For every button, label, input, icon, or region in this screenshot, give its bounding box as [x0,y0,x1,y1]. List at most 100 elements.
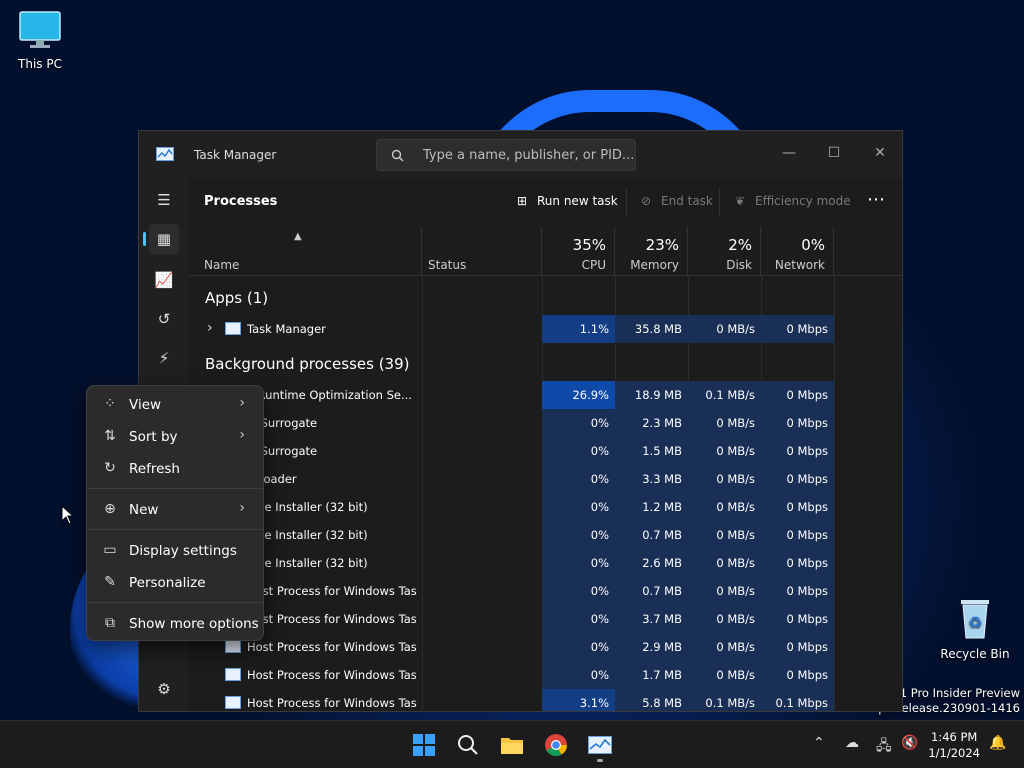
clock[interactable]: 1:46 PM 1/1/2024 [928,729,980,761]
process-network: 0 Mbps [761,437,834,465]
process-network: 0 Mbps [761,577,834,605]
process-row[interactable]: F Loader 0% 3.3 MB 0 MB/s 0 Mbps [189,465,884,493]
start-button[interactable] [408,729,440,761]
process-row[interactable]: Host Process for Windows Tasks 3.1% 5.8 MB… [189,689,884,711]
grid-icon: ⁘ [104,396,116,412]
process-row[interactable]: M Surrogate 0% 1.5 MB 0 MB/s 0 Mbps [189,437,884,465]
efficiency-mode-button[interactable]: ❦ Efficiency mode [731,194,851,208]
recycle-bin-icon: ♻ [961,600,989,639]
nav-performance-icon[interactable]: 📈 [149,265,179,295]
menu-item-refresh[interactable]: ↻ Refresh [91,454,259,484]
chrome-icon[interactable] [540,729,572,761]
process-disk: 0 MB/s [688,521,761,549]
process-disk: 0 MB/s [688,605,761,633]
process-row[interactable]: Host Process for Windows Tasks 0% 2.9 MB 0 … [189,633,884,661]
menu-item-view[interactable]: ⁘ View › [91,390,259,420]
nav-processes-icon[interactable]: ▦ [143,224,179,254]
menu-item-display-settings[interactable]: ▭ Display settings [91,536,259,566]
expand-chevron-icon[interactable]: › [207,320,213,336]
task-manager-taskbar-icon[interactable] [584,729,616,762]
process-row[interactable]: ogle Installer (32 bit) 0% 0.7 MB 0 MB/s 0 M… [189,521,884,549]
chevron-up-icon[interactable]: ⌃ [813,735,825,751]
minimize-button[interactable]: — [775,139,803,167]
column-network[interactable]: 0% Network [761,227,834,275]
process-name: ogle Installer (32 bit) [247,500,368,514]
process-network: 0 Mbps [761,549,834,577]
menu-item-show-more-options[interactable]: ⧉ Show more options [91,609,259,639]
windows-logo-icon [413,734,435,756]
process-row[interactable]: Host Process for Windows Tasks 0% 0.7 MB 0 … [189,577,884,605]
process-row[interactable]: Host Process for Windows Tasks 0% 3.7 MB 0 … [189,605,884,633]
network-icon[interactable]: 🖧 [876,735,892,759]
process-row[interactable]: › Task Manager 1.1% 35.8 MB 0 MB/s 0 Mbps [189,315,884,343]
process-row[interactable]: T Runtime Optimization Se... 26.9% 18.9 MB… [189,381,884,409]
more-options-icon[interactable]: ⋯ [867,189,885,210]
process-name: M Surrogate [247,416,318,430]
process-cpu: 0% [542,605,615,633]
process-cpu: 3.1% [542,689,615,711]
process-cpu: 0% [542,633,615,661]
process-network: 0 Mbps [761,409,834,437]
title-bar[interactable]: Task Manager Type a name, publisher, or … [139,131,902,179]
notification-bell-icon[interactable]: 🔔 [989,735,1006,751]
process-memory: 2.6 MB [615,549,688,577]
desktop-context-menu: ⁘ View › ⇅ Sort by › ↻ Refresh ⊕ New › ▭ Display… [86,385,264,641]
search-box[interactable]: Type a name, publisher, or PID... [376,139,636,171]
process-memory: 18.9 MB [615,381,688,409]
hamburger-menu-icon[interactable]: ☰ [149,185,179,215]
process-network: 0.1 Mbps [761,689,834,711]
column-status[interactable]: Status [422,227,542,275]
nav-startup-apps-icon[interactable]: ⚡ [149,343,179,373]
process-name: F Loader [247,472,297,486]
process-cpu: 0% [542,409,615,437]
mouse-cursor-icon [61,505,75,525]
desktop-icon-label: Recycle Bin [940,647,1010,661]
column-name[interactable]: Name [189,227,422,275]
monitor-icon [19,11,61,48]
process-network: 0 Mbps [761,381,834,409]
file-explorer-icon[interactable] [496,729,528,761]
end-task-button[interactable]: ⊘ End task [637,194,713,208]
process-row[interactable]: Host Process for Windows Tasks 0% 1.7 MB 0 … [189,661,884,689]
maximize-button[interactable]: ☐ [820,139,848,167]
column-memory[interactable]: 23% Memory [615,227,688,275]
brush-icon: ✎ [104,574,116,590]
close-button[interactable]: ✕ [866,139,894,167]
desktop-icon-recycle-bin[interactable]: ♻ Recycle Bin [935,596,1015,661]
process-icon [225,322,241,335]
process-network: 0 Mbps [761,493,834,521]
process-row[interactable]: M Surrogate 0% 2.3 MB 0 MB/s 0 Mbps [189,409,884,437]
process-memory: 0.7 MB [615,577,688,605]
svg-text:♻: ♻ [968,613,982,632]
column-cpu[interactable]: 35% CPU [542,227,615,275]
process-memory: 3.7 MB [615,605,688,633]
volume-muted-icon[interactable]: 🔇 [901,735,918,751]
process-row[interactable]: ogle Installer (32 bit) 0% 2.6 MB 0 MB/s 0 M… [189,549,884,577]
processes-page: Processes ⊞ Run new task ⊘ End task ❦ Effic… [189,179,902,711]
page-title: Processes [204,194,278,209]
cloud-offline-icon[interactable]: ☁ [845,735,859,751]
menu-item-sort-by[interactable]: ⇅ Sort by › [91,422,259,452]
desktop-icon-this-pc[interactable]: This PC [0,10,80,71]
task-manager-app-icon [156,147,174,161]
watermark-line-1: 11 Pro Insider Preview [892,686,1020,700]
process-cpu: 0% [542,493,615,521]
chevron-right-icon: › [239,427,245,443]
menu-item-new[interactable]: ⊕ New › [91,495,259,525]
process-row[interactable]: ogle Installer (32 bit) 0% 1.2 MB 0 MB/s 0 M… [189,493,884,521]
process-disk: 0 MB/s [688,315,761,343]
process-memory: 1.2 MB [615,493,688,521]
menu-item-personalize[interactable]: ✎ Personalize [91,568,259,598]
run-new-task-button[interactable]: ⊞ Run new task [513,194,618,208]
nav-app-history-icon[interactable]: ↺ [149,304,179,334]
search-taskbar-icon[interactable] [452,729,484,761]
plus-circle-icon: ⊕ [104,501,116,517]
process-memory: 2.3 MB [615,409,688,437]
nav-settings-icon[interactable]: ⚙ [149,674,179,704]
process-icon [225,668,241,681]
process-cpu: 0% [542,437,615,465]
column-disk[interactable]: 2% Disk [688,227,761,275]
process-name: Task Manager [247,322,326,336]
search-icon [391,149,404,162]
taskbar: ⌃ ☁ 🖧 🔇 1:46 PM 1/1/2024 🔔 [0,720,1024,768]
